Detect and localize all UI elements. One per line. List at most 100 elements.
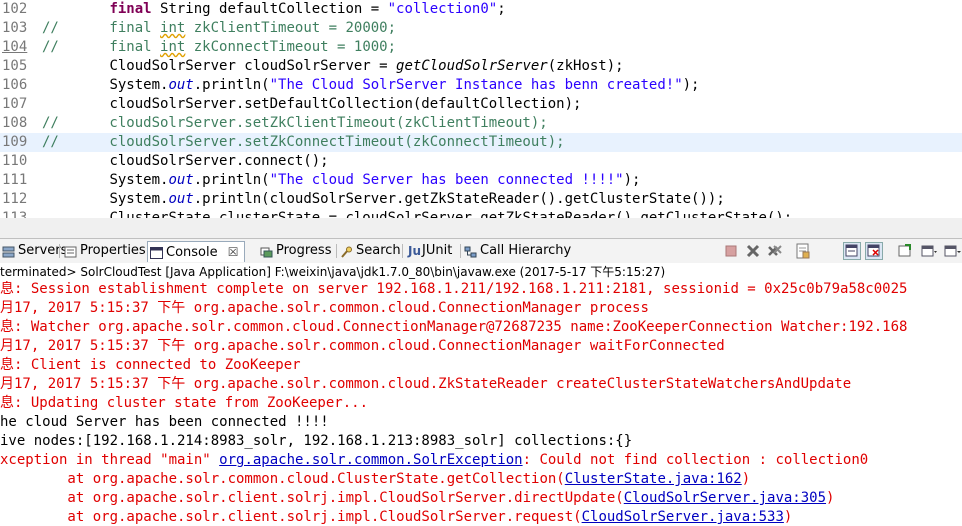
tab-call-hierarchy[interactable]: Call Hierarchy: [462, 241, 571, 262]
console-text: 息: Updating cluster state from ZooKeeper…: [0, 395, 369, 411]
call-hierarchy-icon: [464, 245, 477, 258]
code-text: cloudSolrServer.connect();: [42, 152, 329, 171]
code-line[interactable]: 113 ClusterState clusterState = cloudSol…: [0, 209, 962, 218]
code-line[interactable]: 106 System.out.println("The Cloud SolrSe…: [0, 76, 962, 95]
code-line[interactable]: 107 cloudSolrServer.setDefaultCollection…: [0, 95, 962, 114]
show-stderr-icon[interactable]: [865, 242, 883, 260]
code-token: out: [168, 172, 194, 188]
code-line[interactable]: 109 // cloudSolrServer.setZkConnectTimeou…: [0, 133, 962, 152]
code-token: .println(cloudSolrServer.getZkStateReade…: [193, 191, 725, 207]
console-line: at org.apache.solr.client.solrj.impl.Clo…: [0, 508, 792, 526]
open-console-icon[interactable]: [944, 242, 962, 260]
stacktrace-link[interactable]: org.apache.solr.common.SolrException: [219, 452, 522, 468]
code-token: );: [682, 77, 700, 93]
code-line[interactable]: 108 // cloudSolrServer.setZkClientTimeout…: [0, 114, 962, 133]
code-token: String defaultCollection =: [151, 1, 388, 17]
code-text: System.out.println("The Cloud SolrServer…: [42, 76, 699, 95]
code-text: // final int zkClientTimeout = 20000;: [42, 19, 396, 38]
line-number: 106: [2, 77, 28, 93]
stacktrace-link[interactable]: CloudSolrServer.java:305: [624, 490, 826, 506]
code-text: // cloudSolrServer.setZkConnectTimeout(z…: [42, 133, 565, 152]
code-text: CloudSolrServer cloudSolrServer = getClo…: [42, 57, 624, 76]
console-text: 月17, 2017 5:15:37 下午 org.apache.solr.com…: [0, 376, 852, 392]
code-line[interactable]: 110 cloudSolrServer.connect();: [0, 152, 962, 171]
console-line: ive nodes:[192.168.1.214:8983_solr, 192.…: [0, 432, 632, 451]
console-line: 月17, 2017 5:15:37 下午 org.apache.solr.com…: [0, 375, 851, 394]
tab-console-label: Console: [166, 245, 218, 260]
console-text: 息: Session establishment complete on ser…: [0, 281, 908, 297]
code-token: out: [168, 77, 194, 93]
code-line[interactable]: 104 // final int zkConnectTimeout = 1000;: [0, 38, 962, 57]
remove-all-terminated-icon[interactable]: [766, 242, 784, 260]
console-line: at org.apache.solr.common.cloud.ClusterS…: [0, 470, 750, 489]
tab-junit[interactable]: Ju JUnit: [406, 241, 458, 262]
tab-console[interactable]: Console ☒: [147, 241, 245, 262]
console-text: xception in thread "main": [0, 452, 220, 468]
console-text: ive nodes:[192.168.1.214:8983_solr, 192.…: [0, 433, 633, 449]
scroll-lock-icon[interactable]: [794, 242, 812, 260]
code-text: System.out.println(cloudSolrServer.getZk…: [42, 190, 725, 209]
code-line[interactable]: 105 CloudSolrServer cloudSolrServer = ge…: [0, 57, 962, 76]
code-line[interactable]: 112 System.out.println(cloudSolrServer.g…: [0, 190, 962, 209]
code-token: cloudSolrServer.setDefaultCollection(def…: [109, 96, 582, 112]
line-number: 108: [2, 115, 28, 131]
code-token: "collection0": [387, 1, 498, 17]
tab-progress[interactable]: Progress: [258, 241, 334, 262]
tab-call-hierarchy-label: Call Hierarchy: [480, 243, 572, 258]
code-line[interactable]: 103 // final int zkClientTimeout = 20000;: [0, 19, 962, 38]
tab-search[interactable]: Search: [338, 241, 401, 262]
console-text: 月17, 2017 5:15:37 下午 org.apache.solr.com…: [0, 338, 725, 354]
code-line[interactable]: 102 final String defaultCollection = "co…: [0, 0, 962, 19]
console-output[interactable]: 息: Session establishment complete on ser…: [0, 281, 962, 526]
show-stdout-icon[interactable]: [843, 242, 861, 260]
pin-console-icon[interactable]: [896, 242, 914, 260]
line-number: 112: [2, 191, 28, 207]
remove-launch-icon[interactable]: [744, 242, 762, 260]
code-text: // final int zkConnectTimeout = 1000;: [42, 38, 396, 57]
stacktrace-link[interactable]: ClusterState.java:162: [565, 471, 742, 487]
editor-panel-divider[interactable]: [0, 218, 962, 239]
properties-icon: [64, 245, 77, 258]
code-token: (zkHost);: [547, 58, 624, 74]
progress-icon: [260, 245, 273, 258]
tab-properties[interactable]: Properties: [62, 241, 146, 262]
console-line: at org.apache.solr.client.solrj.impl.Clo…: [0, 489, 834, 508]
code-token: "The Cloud SolrServer Instance has benn …: [269, 77, 683, 93]
tab-search-label: Search: [356, 243, 401, 258]
code-token: CloudSolrServer cloudSolrServer =: [109, 58, 397, 74]
code-text: ClusterState clusterState = cloudSolrSer…: [42, 209, 792, 218]
code-token: final: [109, 1, 152, 17]
console-status: terminated> SolrCloudTest [Java Applicat…: [0, 263, 962, 282]
close-tab-icon[interactable]: ☒: [228, 245, 239, 259]
code-text: System.out.println("The cloud Server has…: [42, 171, 640, 190]
tab-properties-label: Properties: [80, 243, 146, 258]
tab-progress-label: Progress: [276, 243, 332, 258]
code-editor[interactable]: 102 final String defaultCollection = "co…: [0, 0, 962, 218]
console-text: at org.apache.solr.client.solrj.impl.Clo…: [0, 490, 624, 506]
console-text: 月17, 2017 5:15:37 下午 org.apache.solr.com…: [0, 300, 649, 316]
console-line: 息: Session establishment complete on ser…: [0, 281, 907, 299]
code-token: System.: [109, 172, 169, 188]
line-number: 102: [2, 1, 28, 17]
line-number: 107: [2, 96, 28, 112]
console-line: 息: Updating cluster state from ZooKeeper…: [0, 394, 368, 413]
code-token: out: [168, 191, 194, 207]
tab-junit-label: JUnit: [422, 243, 453, 258]
code-line[interactable]: 111 System.out.println("The cloud Server…: [0, 171, 962, 190]
console-text: at org.apache.solr.common.cloud.ClusterS…: [0, 471, 565, 487]
code-token: ;: [497, 1, 506, 17]
code-token: int: [160, 39, 186, 55]
code-text: cloudSolrServer.setDefaultCollection(def…: [42, 95, 581, 114]
code-token: cloudSolrServer.connect();: [109, 153, 329, 169]
code-token: "The cloud Server has been connected !!!…: [269, 172, 624, 188]
code-token: .println(: [193, 172, 270, 188]
stacktrace-link[interactable]: CloudSolrServer.java:533: [582, 509, 784, 525]
display-console-icon[interactable]: [920, 242, 938, 260]
line-number: 104: [2, 39, 28, 55]
code-text: final String defaultCollection = "collec…: [42, 0, 506, 19]
tab-servers[interactable]: Servers: [0, 241, 67, 262]
terminate-icon[interactable]: [722, 242, 740, 260]
console-text: at org.apache.solr.client.solrj.impl.Clo…: [0, 509, 582, 525]
console-text: ): [826, 490, 835, 506]
code-token: // final: [42, 20, 161, 36]
